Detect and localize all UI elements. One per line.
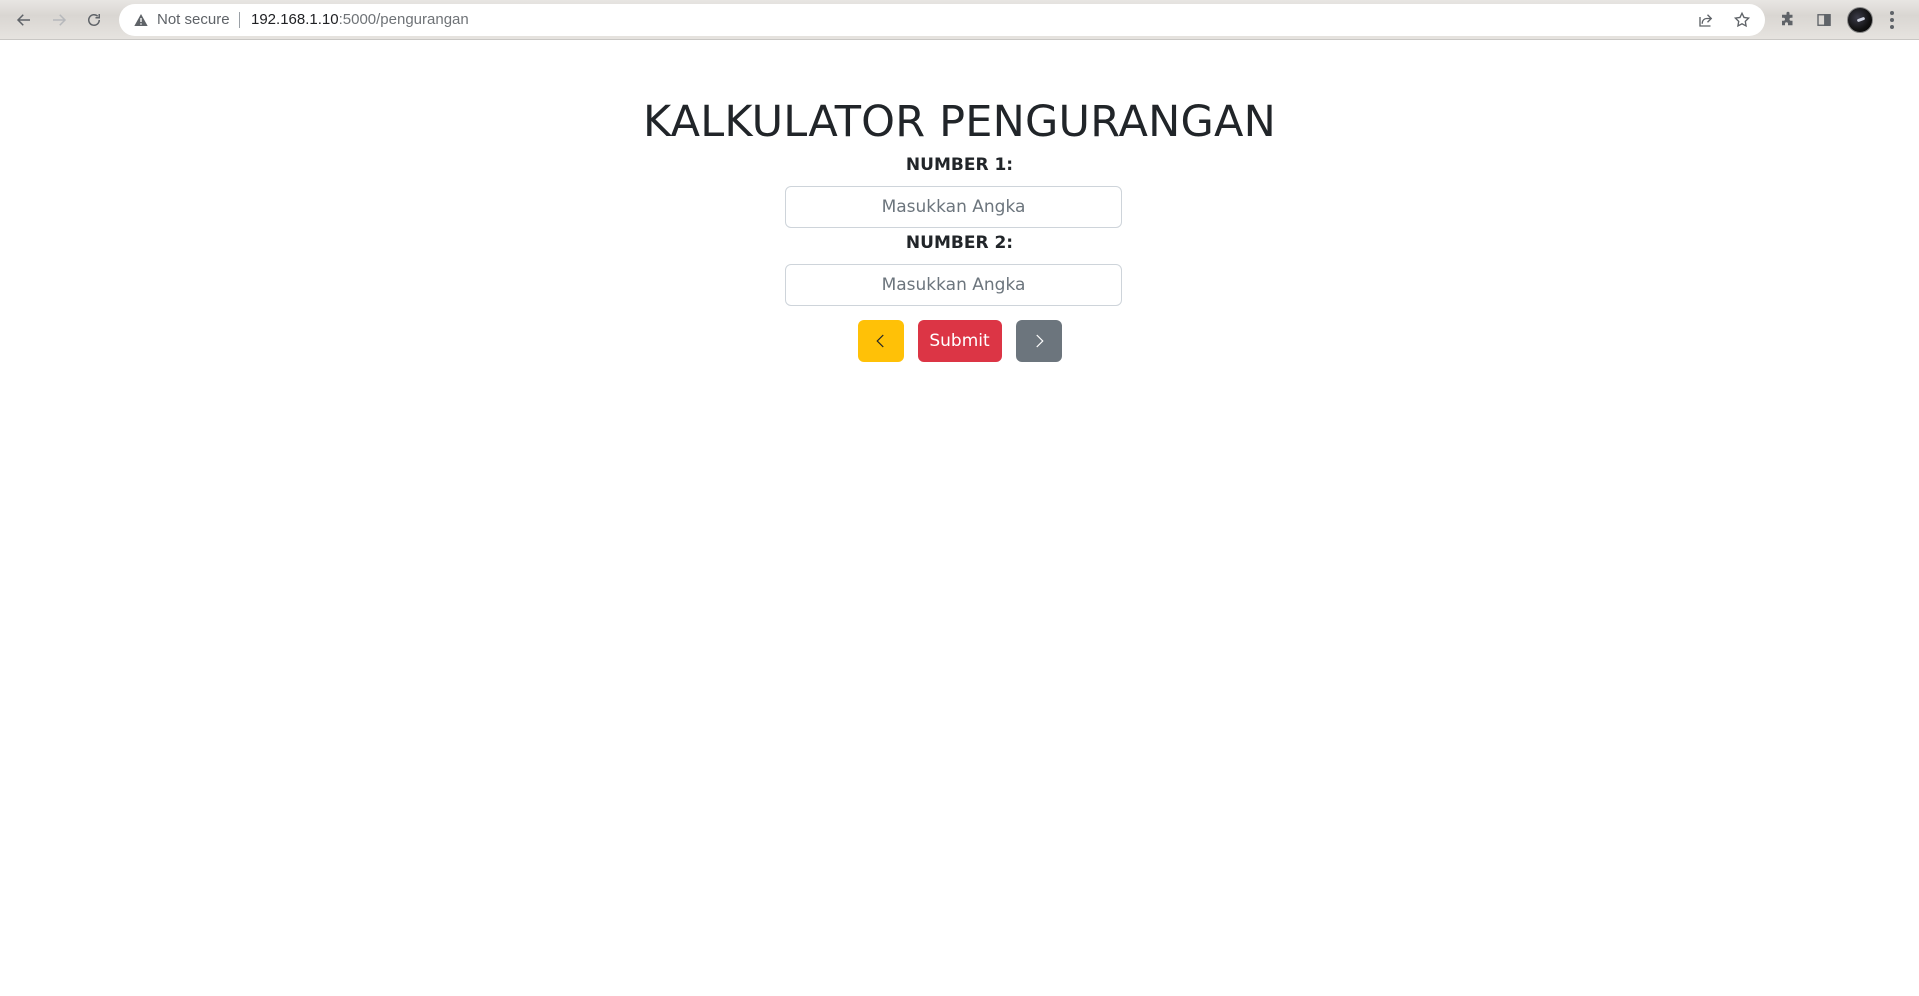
forward-icon[interactable] [45, 6, 73, 34]
action-buttons: Submit [857, 320, 1062, 362]
number-1-label: NUMBER 1: [905, 155, 1014, 175]
back-icon[interactable] [10, 6, 38, 34]
browser-toolbar: Not secure 192.168.1.10:5000/pengurangan [0, 0, 1919, 40]
submit-button[interactable]: Submit [917, 320, 1002, 362]
share-icon[interactable] [1696, 10, 1716, 30]
url-path: :5000/pengurangan [338, 11, 469, 28]
star-icon[interactable] [1732, 10, 1752, 30]
address-bar[interactable]: Not secure 192.168.1.10:5000/pengurangan [119, 4, 1765, 36]
previous-button[interactable] [857, 320, 904, 362]
side-panel-icon[interactable] [1813, 9, 1835, 31]
next-button[interactable] [1015, 320, 1062, 362]
profile-avatar[interactable] [1847, 7, 1873, 33]
page-title: KALKULATOR PENGURANGAN [642, 97, 1277, 147]
reload-icon[interactable] [80, 6, 108, 34]
extensions-icon[interactable] [1777, 9, 1799, 31]
omnibox-divider [239, 12, 240, 28]
chevron-left-icon [875, 334, 884, 348]
number-1-input[interactable] [785, 186, 1122, 228]
number-2-input[interactable] [785, 264, 1122, 306]
url-text[interactable]: 192.168.1.10:5000/pengurangan [251, 12, 469, 28]
url-host: 192.168.1.10 [251, 11, 339, 28]
page-body: KALKULATOR PENGURANGAN NUMBER 1: NUMBER … [0, 40, 1919, 996]
warning-icon[interactable] [133, 12, 149, 28]
calculator-form: KALKULATOR PENGURANGAN NUMBER 1: NUMBER … [0, 40, 1919, 362]
menu-icon[interactable] [1886, 9, 1898, 31]
security-status[interactable]: Not secure [157, 12, 230, 28]
number-2-label: NUMBER 2: [905, 233, 1014, 253]
chevron-right-icon [1035, 334, 1044, 348]
